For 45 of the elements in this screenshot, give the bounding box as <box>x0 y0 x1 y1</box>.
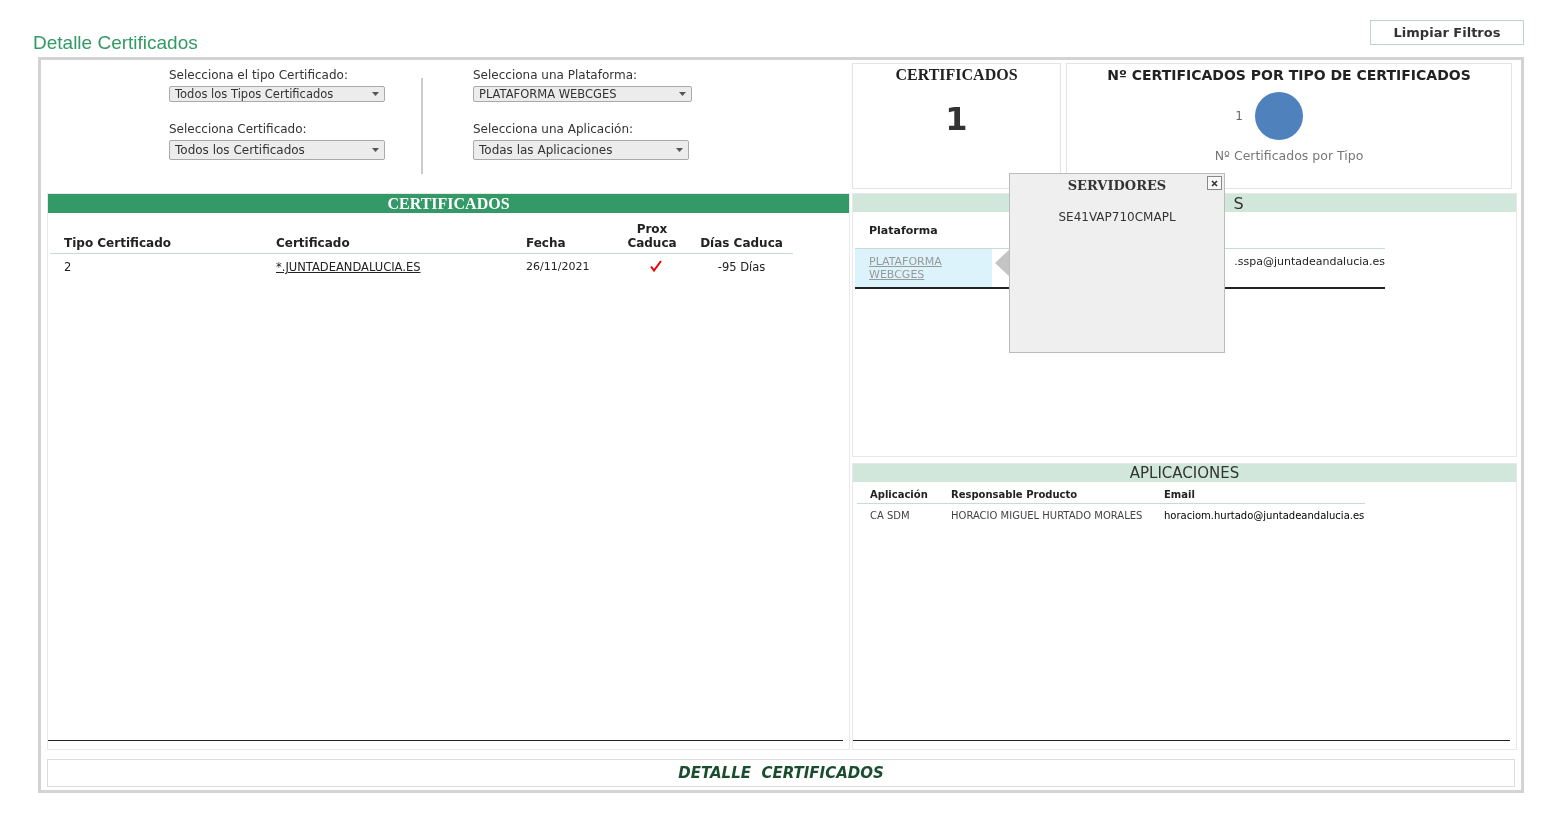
table-cell: CA SDM <box>870 510 910 521</box>
chart-title: Nº Certificados por Tipo <box>1214 148 1364 163</box>
column-header: Fecha <box>512 213 622 254</box>
close-icon <box>1211 179 1218 187</box>
caret-icon <box>372 92 379 96</box>
column-header: Responsable Producto <box>938 482 1151 504</box>
card-title: CERTIFICADOS <box>895 66 1018 84</box>
section-header: APLICACIONES <box>853 464 1516 482</box>
filter-label: Selecciona una Aplicación: <box>473 122 635 136</box>
column-header: Aplicación <box>857 482 938 504</box>
column-header: Días Caduca <box>690 213 793 254</box>
footer-title: DETALLE CERTIFICADOS <box>678 764 884 782</box>
table-cell: 26/11/2021 <box>526 260 590 273</box>
column-header: Certificado <box>262 213 512 254</box>
filter-label: Selecciona una Plataforma: <box>473 68 639 82</box>
card-title: Nº CERTIFICADOS POR TIPO DE CERTIFICADOS <box>1107 67 1471 83</box>
close-button[interactable] <box>1207 176 1222 190</box>
filter-dropdown[interactable]: PLATAFORMA WEBCGES <box>473 86 692 102</box>
column-header: Email <box>1151 482 1365 504</box>
popup-title: SERVIDORES <box>1067 178 1167 193</box>
caret-icon <box>372 148 379 152</box>
certificate-link[interactable]: *.JUNTADEANDALUCIA.ES <box>276 260 421 274</box>
filter-dropdown[interactable]: Todos los Tipos Certificados <box>169 86 385 102</box>
clear-filters-button[interactable]: Limpiar Filtros <box>1370 20 1524 45</box>
filter-label: Selecciona Certificado: <box>169 122 308 136</box>
section-header: CERTIFICADOS <box>48 194 849 213</box>
caret-icon <box>679 92 686 96</box>
table-cell: HORACIO MIGUEL HURTADO MORALES <box>951 510 1143 521</box>
table-cell: -95 Días <box>717 260 766 274</box>
caret-icon <box>676 148 683 152</box>
page-title: Detalle Certificados <box>33 32 198 54</box>
server-name: SE41VAP710CMAPL <box>1058 210 1176 224</box>
data-label: 1 <box>1235 109 1243 123</box>
filter-dropdown[interactable]: Todas las Aplicaciones <box>473 140 689 160</box>
column-header: Prox Caduca <box>622 213 690 254</box>
column-header: Tipo Certificado <box>50 213 262 254</box>
table-cell: horaciom.hurtado@juntadeandalucia.es <box>1164 510 1365 521</box>
certificate-count: 1 <box>945 100 968 138</box>
section-header: S <box>1233 194 1244 213</box>
column-header: Plataforma <box>855 212 993 249</box>
filter-dropdown[interactable]: Todos los Certificados <box>169 140 385 160</box>
table-cell: .sspa@juntadeandalucia.es <box>1234 255 1385 268</box>
table-cell: 2 <box>64 260 72 274</box>
pie-slice <box>1254 92 1303 140</box>
filter-label: Selecciona el tipo Certificado: <box>169 68 349 82</box>
